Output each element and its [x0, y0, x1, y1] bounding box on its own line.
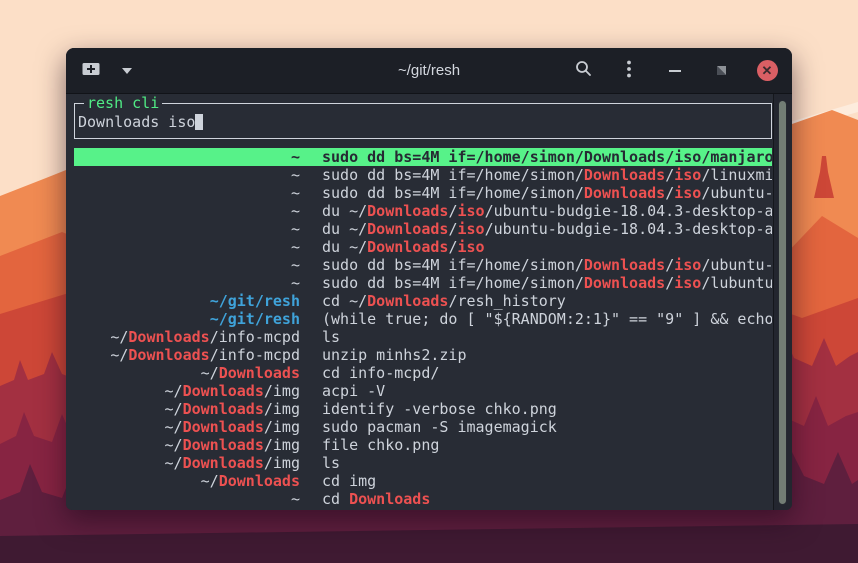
- restore-icon: [716, 61, 727, 80]
- search-query-text: Downloads iso: [78, 113, 195, 131]
- row-directory: ~: [74, 490, 300, 508]
- row-directory: ~: [74, 202, 300, 220]
- close-icon: ✕: [757, 60, 778, 81]
- row-directory: ~/Downloads/img: [74, 382, 300, 400]
- row-command: sudo dd bs=4M if=/home/simon/Downloads/i…: [322, 148, 772, 166]
- row-command: sudo dd bs=4M if=/home/simon/Downloads/i…: [322, 184, 772, 202]
- row-command: identify -verbose chko.png: [322, 400, 772, 418]
- scrollbar-thumb[interactable]: [778, 100, 787, 505]
- row-command: acpi -V: [322, 382, 772, 400]
- window-title: ~/git/resh: [398, 62, 460, 79]
- history-row[interactable]: ~ du ~/Downloads/iso/ubuntu-budgie-18.04.…: [74, 202, 772, 220]
- tab-chooser-button[interactable]: [116, 60, 138, 82]
- row-command: sudo dd bs=4M if=/home/simon/Downloads/i…: [322, 256, 772, 274]
- row-command: cd img: [322, 472, 772, 490]
- history-row[interactable]: ~ cd Downloads: [74, 490, 772, 508]
- history-row[interactable]: ~ sudo dd bs=4M if=/home/simon/Downloads/…: [74, 274, 772, 292]
- scrollbar-track[interactable]: [773, 94, 792, 510]
- history-row[interactable]: ~/Downloads cd img: [74, 472, 772, 490]
- titlebar: ~/git/resh: [66, 48, 792, 94]
- history-row[interactable]: ~ sudo dd bs=4M if=/home/simon/Downloads/…: [74, 256, 772, 274]
- row-directory: ~: [74, 166, 300, 184]
- history-row[interactable]: ~/Downloads/img acpi -V: [74, 382, 772, 400]
- search-icon: [575, 60, 592, 81]
- search-input[interactable]: Downloads iso: [75, 104, 771, 131]
- row-command: sudo dd bs=4M if=/home/simon/Downloads/i…: [322, 274, 772, 292]
- menu-button[interactable]: [618, 60, 640, 82]
- row-directory: ~: [74, 274, 300, 292]
- history-row[interactable]: ~/git/resh cd ~/Downloads/resh_history: [74, 292, 772, 310]
- row-command: (while true; do [ "${RANDOM:2:1}" == "9"…: [322, 310, 772, 328]
- restore-button[interactable]: [710, 60, 732, 82]
- row-directory: ~/Downloads/img: [74, 418, 300, 436]
- history-row[interactable]: ~ sudo dd bs=4M if=/home/simon/Downloads/…: [74, 166, 772, 184]
- row-command: sudo pacman -S imagemagick: [322, 418, 772, 436]
- row-directory: ~: [74, 184, 300, 202]
- history-row[interactable]: ~ du ~/Downloads/iso/ubuntu-budgie-18.04.…: [74, 220, 772, 238]
- history-row[interactable]: ~/Downloads/info-mcpd unzip minhs2.zip: [74, 346, 772, 364]
- minimize-button[interactable]: [664, 60, 686, 82]
- history-row[interactable]: ~/Downloads/info-mcpd ls: [74, 328, 772, 346]
- row-directory: ~: [74, 238, 300, 256]
- row-directory: ~: [74, 220, 300, 238]
- text-cursor: [195, 114, 203, 130]
- history-row[interactable]: ~/Downloads/img identify -verbose chko.pn…: [74, 400, 772, 418]
- row-directory: ~/git/resh: [74, 310, 300, 328]
- row-command: unzip minhs2.zip: [322, 346, 772, 364]
- row-directory: ~/Downloads: [74, 364, 300, 382]
- history-row[interactable]: ~/Downloads/img file chko.png: [74, 436, 772, 454]
- row-command: ls: [322, 328, 772, 346]
- search-box: resh cli Downloads iso: [74, 103, 772, 139]
- terminal-window: ~/git/resh: [66, 48, 792, 510]
- history-row[interactable]: ~ du ~/Downloads/iso: [74, 238, 772, 256]
- row-directory: ~: [74, 256, 300, 274]
- row-directory: ~/git/resh: [74, 292, 300, 310]
- close-button[interactable]: ✕: [756, 60, 778, 82]
- row-directory: ~/Downloads: [74, 472, 300, 490]
- row-command: cd Downloads: [322, 490, 772, 508]
- row-command: cd ~/Downloads/resh_history: [322, 292, 772, 310]
- history-row-selected[interactable]: ~ sudo dd bs=4M if=/home/simon/Downloads/…: [74, 148, 772, 166]
- history-row[interactable]: ~ sudo dd bs=4M if=/home/simon/Downloads/…: [74, 184, 772, 202]
- history-row[interactable]: ~/Downloads cd info-mcpd/: [74, 364, 772, 382]
- new-tab-button[interactable]: [80, 60, 102, 82]
- history-row[interactable]: ~/Downloads/img sudo pacman -S imagemagic…: [74, 418, 772, 436]
- history-list: ~ sudo dd bs=4M if=/home/simon/Downloads/…: [74, 148, 772, 508]
- history-row[interactable]: ~/Downloads/img ls: [74, 454, 772, 472]
- row-command: file chko.png: [322, 436, 772, 454]
- minimize-icon: [669, 70, 681, 72]
- row-command: cd info-mcpd/: [322, 364, 772, 382]
- row-command: du ~/Downloads/iso/ubuntu-budgie-18.04.3…: [322, 202, 772, 220]
- row-command: du ~/Downloads/iso: [322, 238, 772, 256]
- search-button[interactable]: [572, 60, 594, 82]
- row-command: sudo dd bs=4M if=/home/simon/Downloads/i…: [322, 166, 772, 184]
- row-directory: ~/Downloads/img: [74, 400, 300, 418]
- history-row[interactable]: ~/git/resh (while true; do [ "${RANDOM:2:…: [74, 310, 772, 328]
- new-tab-icon: [82, 61, 100, 81]
- chevron-down-icon: [122, 68, 132, 74]
- row-command: du ~/Downloads/iso/ubuntu-budgie-18.04.3…: [322, 220, 772, 238]
- terminal-content: resh cli Downloads iso ~ sudo dd bs=4M if…: [66, 94, 792, 510]
- kebab-menu-icon: [627, 60, 631, 82]
- row-directory: ~/Downloads/img: [74, 454, 300, 472]
- search-box-label: resh cli: [84, 95, 162, 112]
- row-command: ls: [322, 454, 772, 472]
- row-directory: ~/Downloads/img: [74, 436, 300, 454]
- row-directory: ~/Downloads/info-mcpd: [74, 328, 300, 346]
- row-directory: ~/Downloads/info-mcpd: [74, 346, 300, 364]
- row-directory: ~: [74, 148, 300, 166]
